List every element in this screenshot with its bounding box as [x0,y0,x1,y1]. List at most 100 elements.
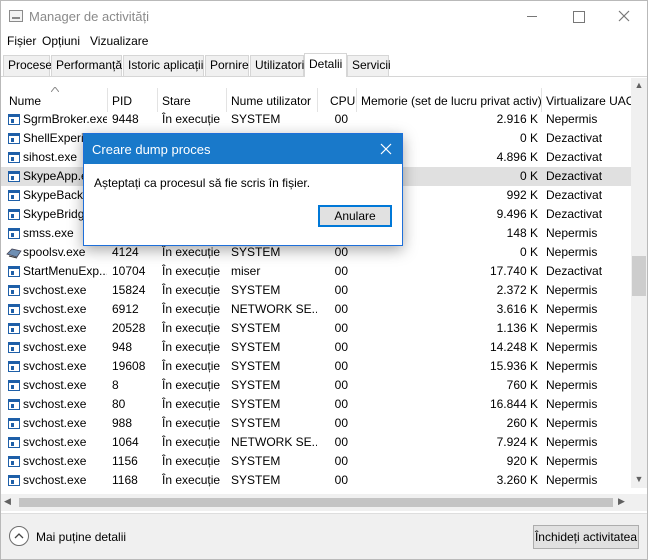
scroll-up-icon[interactable]: ▲ [631,80,647,90]
cell-cpu: 00 [334,397,348,411]
table-row[interactable]: svchost.exe 80 În execuție SYSTEM 00 16.844 K… [1,395,631,414]
cell-uac: Nepermis [546,283,598,297]
cell-pid: 6912 [112,302,139,316]
maximize-button[interactable] [555,1,601,31]
fewer-details-button[interactable] [9,526,29,546]
tab-services[interactable]: Servicii [347,55,391,76]
end-task-button[interactable]: Închideți activitatea [533,525,639,549]
vertical-scroll-thumb[interactable] [632,256,646,296]
column-cpu[interactable]: CPU [330,90,355,112]
table-row[interactable]: StartMenuExp... 10704 În execuție miser 00 17… [1,262,631,281]
column-separator [356,88,357,112]
table-row[interactable]: SgrmBroker.exe 9448 În execuție SYSTEM 00 2.9… [1,110,631,129]
menu-file[interactable]: Fișier [7,34,36,48]
cell-pid: 988 [112,416,133,430]
cell-user: SYSTEM [231,473,281,487]
cell-cpu: 00 [334,302,348,316]
process-icon [8,152,20,163]
column-memory[interactable]: Memorie (set de lucru privat activ) [361,90,542,112]
column-name[interactable]: Nume [9,90,41,112]
cell-status: În execuție [162,112,221,126]
cell-uac: Dezactivat [546,264,603,278]
process-icon [8,114,20,125]
cell-status: În execuție [162,283,221,297]
title-bar: Manager de activități [1,1,647,31]
window-title: Manager de activități [29,9,149,24]
cell-user: NETWORK SE... [231,302,317,316]
table-row[interactable]: svchost.exe 988 În execuție SYSTEM 00 260 K Ne… [1,414,631,433]
dialog-close-button[interactable] [370,134,402,164]
process-icon [8,418,20,429]
close-button[interactable] [601,1,647,31]
cell-memory: 920 K [506,454,538,468]
table-row[interactable]: svchost.exe 6912 În execuție NETWORK SE... 0… [1,300,631,319]
table-row[interactable]: svchost.exe 19608 În execuție SYSTEM 00 15.93… [1,357,631,376]
table-row[interactable]: svchost.exe 1168 În execuție SYSTEM 00 3.260 … [1,471,631,488]
cell-user: SYSTEM [231,454,281,468]
cell-uac: Nepermis [546,226,598,240]
cell-status: În execuție [162,435,221,449]
horizontal-scroll-thumb[interactable] [19,498,613,507]
table-row[interactable]: svchost.exe 20528 În execuție SYSTEM 00 1.136… [1,319,631,338]
cell-uac: Nepermis [546,112,598,126]
cell-cpu: 00 [334,378,348,392]
cell-user: miser [231,264,261,278]
scroll-right-icon[interactable]: ▶ [618,496,625,507]
cell-memory: 16.844 K [489,397,538,411]
cell-name: svchost.exe [23,473,87,487]
process-icon [8,399,20,410]
cell-pid: 19608 [112,359,146,373]
column-user[interactable]: Nume utilizator [231,90,311,112]
dialog-title-bar: Creare dump proces [84,134,402,164]
table-row[interactable]: svchost.exe 1064 În execuție NETWORK SE... 0… [1,433,631,452]
process-icon [8,228,20,239]
cell-pid: 1064 [112,435,139,449]
column-separator [317,88,318,112]
cell-cpu: 00 [334,283,348,297]
process-icon [8,342,20,353]
cell-user: SYSTEM [231,283,281,297]
cell-pid: 8 [112,378,119,392]
table-row[interactable]: svchost.exe 1156 În execuție SYSTEM 00 920 K N… [1,452,631,471]
tab-processes[interactable]: Procese [3,55,52,76]
cell-name: svchost.exe [23,302,87,316]
cell-memory: 260 K [506,416,538,430]
menu-options[interactable]: Opțiuni [42,34,80,48]
process-icon [8,456,20,467]
column-status[interactable]: Stare [162,90,191,112]
tab-performance[interactable]: Performanță [51,55,122,76]
cell-uac: Nepermis [546,245,598,259]
column-pid[interactable]: PID [112,90,132,112]
table-row[interactable]: svchost.exe 948 În execuție SYSTEM 00 14.248 … [1,338,631,357]
process-icon [8,304,20,315]
cell-uac: Nepermis [546,454,598,468]
scroll-down-icon[interactable]: ▼ [631,474,647,484]
process-icon [8,285,20,296]
cell-cpu: 00 [334,264,348,278]
tab-startup[interactable]: Pornire [205,55,249,76]
minimize-button[interactable] [509,1,555,31]
table-row[interactable]: svchost.exe 15824 În execuție SYSTEM 00 2.372… [1,281,631,300]
cell-cpu: 00 [334,321,348,335]
cell-cpu: 00 [334,454,348,468]
cell-uac: Nepermis [546,378,598,392]
cell-memory: 14.248 K [489,340,538,354]
scroll-left-icon[interactable]: ◀ [4,496,11,507]
tab-details[interactable]: Detalii [304,53,347,77]
cancel-button[interactable]: Anulare [318,205,392,227]
cell-uac: Nepermis [546,302,598,316]
cell-memory: 2.372 K [496,283,538,297]
cell-memory: 1.136 K [496,321,538,335]
tab-app-history[interactable]: Istoric aplicații [123,55,204,76]
cell-user: SYSTEM [231,397,281,411]
fewer-details-label[interactable]: Mai puține detalii [36,530,126,544]
table-row[interactable]: svchost.exe 8 În execuție SYSTEM 00 760 K Nepe… [1,376,631,395]
cell-status: În execuție [162,378,221,392]
column-separator [107,88,108,112]
tab-users[interactable]: Utilizatori [250,55,304,76]
process-icon [8,323,20,334]
cell-cpu: 00 [334,359,348,373]
cell-user: SYSTEM [231,416,281,430]
menu-view[interactable]: Vizualizare [90,34,148,48]
column-uac[interactable]: Virtualizare UAC [546,90,634,112]
